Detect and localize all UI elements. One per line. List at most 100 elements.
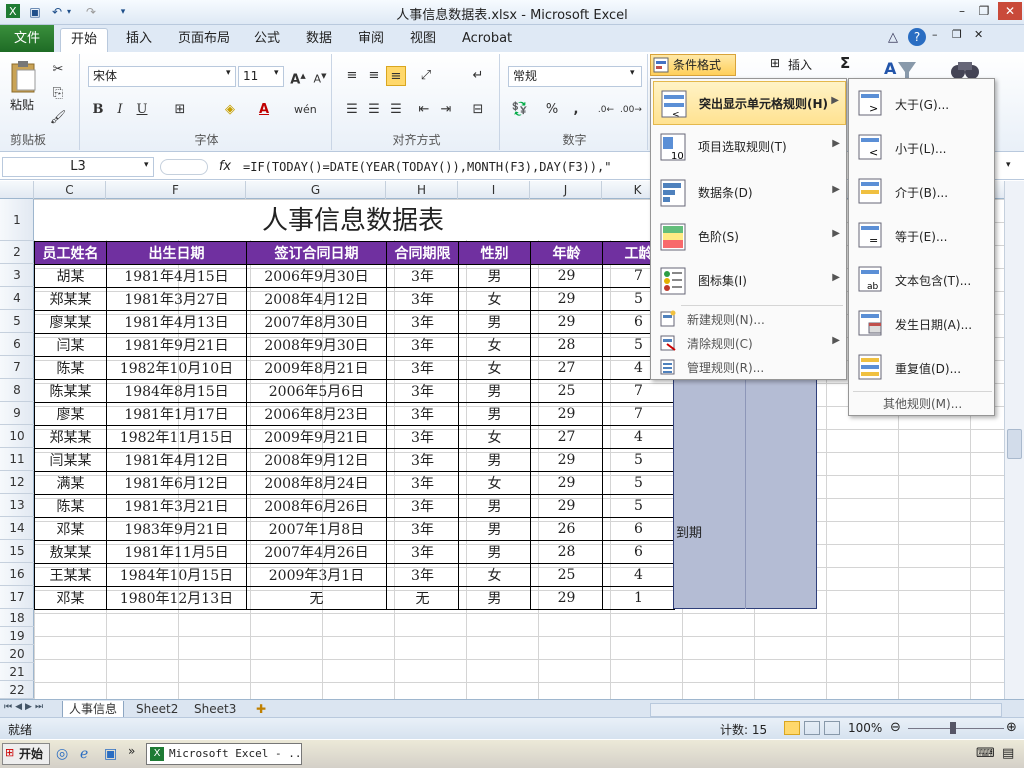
horizontal-scrollbar[interactable]	[650, 703, 1002, 717]
table-cell[interactable]: 29	[530, 310, 603, 334]
font-name-select[interactable]: 宋体	[88, 66, 236, 87]
table-cell[interactable]: 3年	[386, 356, 459, 380]
table-cell[interactable]: 3年	[386, 310, 459, 334]
menu-item-color-scales[interactable]: 色阶(S) ▶	[653, 215, 846, 259]
table-cell[interactable]: 女	[458, 471, 531, 495]
autosum-button[interactable]: Σ	[840, 54, 850, 72]
formula-bar-expand-icon[interactable]: ▾	[1006, 160, 1011, 170]
submenu-item-text-contains[interactable]: ab 文本包含(T)...	[851, 257, 994, 301]
table-cell[interactable]: 1981年4月12日	[106, 448, 247, 472]
zoom-out-icon[interactable]: ⊖	[890, 720, 901, 735]
sheet-nav-arrows-icon[interactable]: ⏮◀▶⏭	[4, 702, 46, 712]
table-cell[interactable]: 29	[530, 494, 603, 518]
page-layout-view-icon[interactable]	[804, 721, 820, 735]
column-header[interactable]: H	[386, 181, 458, 199]
paste-button-label[interactable]: 粘贴	[10, 96, 34, 113]
column-header[interactable]: G	[246, 181, 386, 199]
insert-sheet-icon[interactable]: ✚	[250, 701, 272, 718]
tab-data[interactable]: 数据	[296, 28, 342, 52]
row-header[interactable]: 17	[0, 586, 34, 609]
table-cell[interactable]: 邓某	[34, 517, 107, 541]
row-header[interactable]: 1	[0, 199, 34, 241]
row-header[interactable]: 5	[0, 310, 34, 333]
orientation-icon[interactable]: ⤢	[416, 66, 436, 86]
table-cell[interactable]: 3年	[386, 402, 459, 426]
table-cell[interactable]: 郑某某	[34, 425, 107, 449]
keyboard-tray-icon[interactable]: ⌨	[976, 746, 995, 761]
page-break-view-icon[interactable]	[824, 721, 840, 735]
table-cell[interactable]: 3年	[386, 287, 459, 311]
tray-icon[interactable]: ▤	[1002, 746, 1014, 761]
table-cell[interactable]: 男	[458, 402, 531, 426]
redo-icon[interactable]: ↷	[82, 3, 100, 21]
increase-indent-icon[interactable]: ⇥	[436, 100, 456, 120]
table-cell[interactable]: 25	[530, 563, 603, 587]
table-cell[interactable]: 2009年9月21日	[246, 425, 387, 449]
bold-button[interactable]: B	[88, 100, 108, 120]
table-cell[interactable]: 男	[458, 494, 531, 518]
zoom-slider-thumb[interactable]	[950, 722, 956, 734]
vertical-scrollbar[interactable]	[1004, 181, 1024, 699]
font-name-dropdown-icon[interactable]: ▾	[226, 68, 231, 78]
table-cell[interactable]: 1984年8月15日	[106, 379, 247, 403]
normal-view-icon[interactable]	[784, 721, 800, 735]
table-cell[interactable]: 5	[602, 494, 675, 518]
header-cell[interactable]: 员工姓名	[34, 241, 107, 265]
align-top-icon[interactable]: ≡	[342, 66, 362, 86]
table-cell[interactable]: 2008年8月24日	[246, 471, 387, 495]
sheet-title-cell[interactable]: 人事信息数据表	[34, 200, 672, 240]
table-cell[interactable]: 3年	[386, 333, 459, 357]
shrink-font-icon[interactable]: A▼	[310, 66, 330, 86]
sheet-tab-active[interactable]: 人事信息	[62, 701, 125, 718]
more-quick-launch-icon[interactable]: »	[128, 744, 135, 758]
table-cell[interactable]: 4	[602, 563, 675, 587]
table-cell[interactable]: 廖某	[34, 402, 107, 426]
tab-page-layout[interactable]: 页面布局	[168, 28, 240, 52]
table-cell[interactable]: 7	[602, 402, 675, 426]
table-cell[interactable]: 2008年6月26日	[246, 494, 387, 518]
table-cell[interactable]: 2009年8月21日	[246, 356, 387, 380]
row-header[interactable]: 3	[0, 264, 34, 287]
table-cell[interactable]: 廖某某	[34, 310, 107, 334]
row-header[interactable]: 21	[0, 663, 34, 681]
table-cell[interactable]: 1981年4月15日	[106, 264, 247, 288]
table-cell[interactable]: 1984年10月15日	[106, 563, 247, 587]
merge-center-icon[interactable]: ⊟	[468, 100, 488, 120]
row-header[interactable]: 7	[0, 356, 34, 379]
formula-bar-expander[interactable]	[160, 159, 208, 175]
table-cell[interactable]: 胡某	[34, 264, 107, 288]
font-color-button[interactable]: A	[254, 100, 274, 120]
row-header[interactable]: 9	[0, 402, 34, 425]
table-cell[interactable]: 男	[458, 540, 531, 564]
header-cell[interactable]: 合同期限	[386, 241, 459, 265]
copy-icon[interactable]: ⎘	[48, 84, 68, 104]
tab-acrobat[interactable]: Acrobat	[452, 28, 522, 52]
row-header[interactable]: 22	[0, 681, 34, 699]
align-right-icon[interactable]: ☰	[386, 100, 406, 120]
table-cell[interactable]: 26	[530, 517, 603, 541]
table-cell[interactable]: 6	[602, 540, 675, 564]
table-cell[interactable]: 3年	[386, 471, 459, 495]
table-cell[interactable]: 3年	[386, 563, 459, 587]
name-box-dropdown-icon[interactable]: ▾	[144, 160, 149, 170]
table-cell[interactable]: 女	[458, 425, 531, 449]
row-header[interactable]: 13	[0, 494, 34, 517]
borders-icon[interactable]: ⊞	[170, 100, 190, 120]
close-button[interactable]: ✕	[998, 2, 1022, 20]
row-header[interactable]: 11	[0, 448, 34, 471]
align-middle-icon[interactable]: ≡	[364, 66, 384, 86]
restore-button[interactable]: ❐	[974, 2, 994, 20]
row-header[interactable]: 15	[0, 540, 34, 563]
row-header[interactable]: 16	[0, 563, 34, 586]
minimize-button[interactable]: –	[952, 2, 972, 20]
name-box[interactable]: L3	[2, 157, 154, 177]
italic-button[interactable]: I	[110, 100, 130, 120]
header-cell[interactable]: 年龄	[530, 241, 603, 265]
table-cell[interactable]: 3年	[386, 540, 459, 564]
table-cell[interactable]: 男	[458, 448, 531, 472]
customize-quick-access-icon[interactable]: ▾	[114, 3, 132, 21]
menu-item-highlight-rules[interactable]: < 突出显示单元格规则(H) ▶	[653, 81, 846, 125]
decrease-indent-icon[interactable]: ⇤	[414, 100, 434, 120]
table-cell[interactable]: 2006年5月6日	[246, 379, 387, 403]
zoom-level[interactable]: 100%	[848, 721, 882, 735]
